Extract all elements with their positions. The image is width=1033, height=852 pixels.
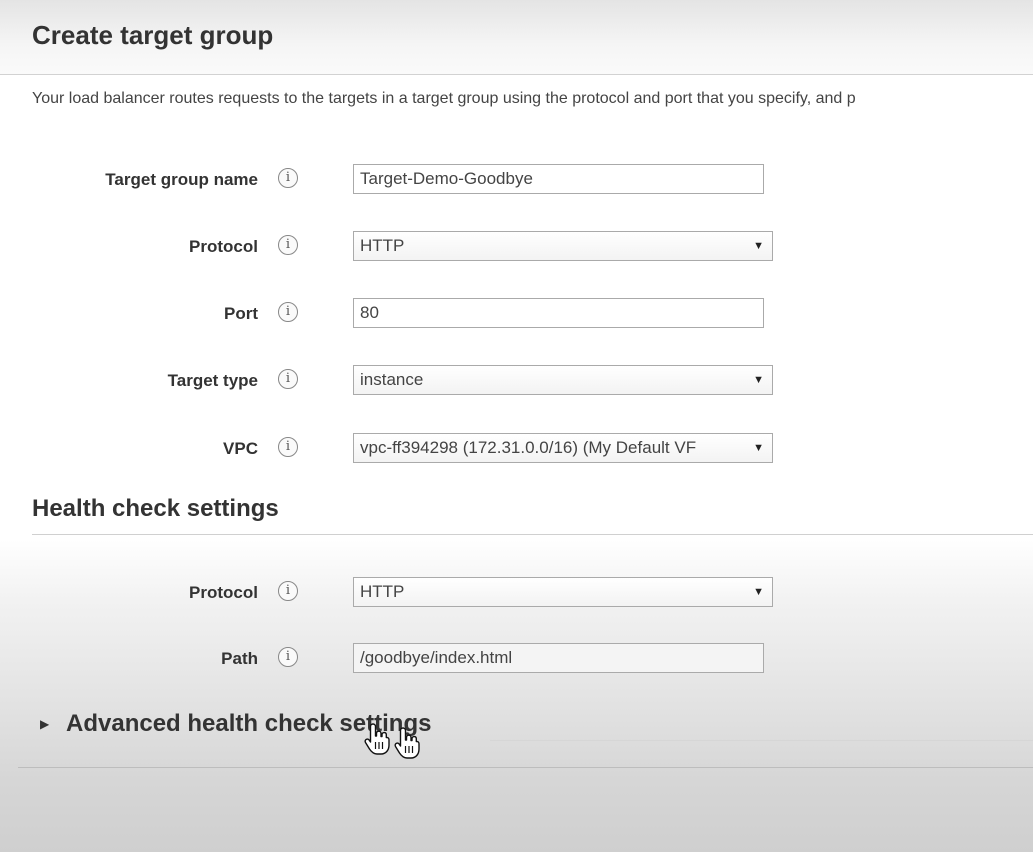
page-description: Your load balancer routes requests to th… [32,90,856,107]
health-check-path-row: Path i /goodbye/index.html [0,643,1033,675]
vpc-label: VPC [223,439,258,458]
protocol-select[interactable]: HTTP ▼ [353,231,773,261]
info-icon[interactable]: i [278,437,298,457]
hand-pointer-icon [364,723,390,755]
port-label: Port [224,304,258,323]
protocol-select-value: HTTP [360,236,405,255]
protocol-label: Protocol [189,237,258,256]
info-icon[interactable]: i [278,369,298,389]
info-icon[interactable]: i [278,647,298,667]
info-icon[interactable]: i [278,581,298,601]
caret-down-icon: ▼ [753,442,764,454]
protocol-row: Protocol i HTTP ▼ [0,231,1033,263]
port-row: Port i 80 [0,298,1033,330]
caret-down-icon: ▼ [753,240,764,252]
health-check-protocol-label: Protocol [189,583,258,602]
expand-triangle-icon: ▶ [40,717,50,731]
header-bar: Create target group [0,0,1033,75]
info-icon[interactable]: i [278,235,298,255]
vpc-select[interactable]: vpc-ff394298 (172.31.0.0/16) (My Default… [353,433,773,463]
target-type-select-value: instance [360,370,424,389]
health-check-protocol-select[interactable]: HTTP ▼ [353,577,773,607]
caret-down-icon: ▼ [753,586,764,598]
vpc-select-value: vpc-ff394298 (172.31.0.0/16) (My Default… [360,438,697,457]
health-check-protocol-row: Protocol i HTTP ▼ [0,577,1033,609]
page-title: Create target group [32,20,274,50]
info-icon[interactable]: i [278,168,298,188]
info-icon[interactable]: i [278,302,298,322]
advanced-divider-bottom [18,767,1033,768]
target-group-name-input[interactable]: Target-Demo-Goodbye [353,164,764,194]
health-check-path-label: Path [221,649,258,668]
health-check-protocol-select-value: HTTP [360,582,405,601]
hand-pointer-icon [394,727,420,759]
target-group-name-label: Target group name [105,170,258,189]
port-input[interactable]: 80 [353,298,764,328]
vpc-row: VPC i vpc-ff394298 (172.31.0.0/16) (My D… [0,433,1033,465]
target-type-select[interactable]: instance ▼ [353,365,773,395]
target-type-label: Target type [167,371,258,390]
caret-down-icon: ▼ [753,374,764,386]
target-group-name-row: Target group name i Target-Demo-Goodbye [0,164,1033,196]
section-divider [32,534,1033,535]
advanced-divider-top [490,740,1033,741]
health-check-path-input[interactable]: /goodbye/index.html [353,643,764,673]
health-check-section-title: Health check settings [32,495,279,522]
target-type-row: Target type i instance ▼ [0,365,1033,397]
